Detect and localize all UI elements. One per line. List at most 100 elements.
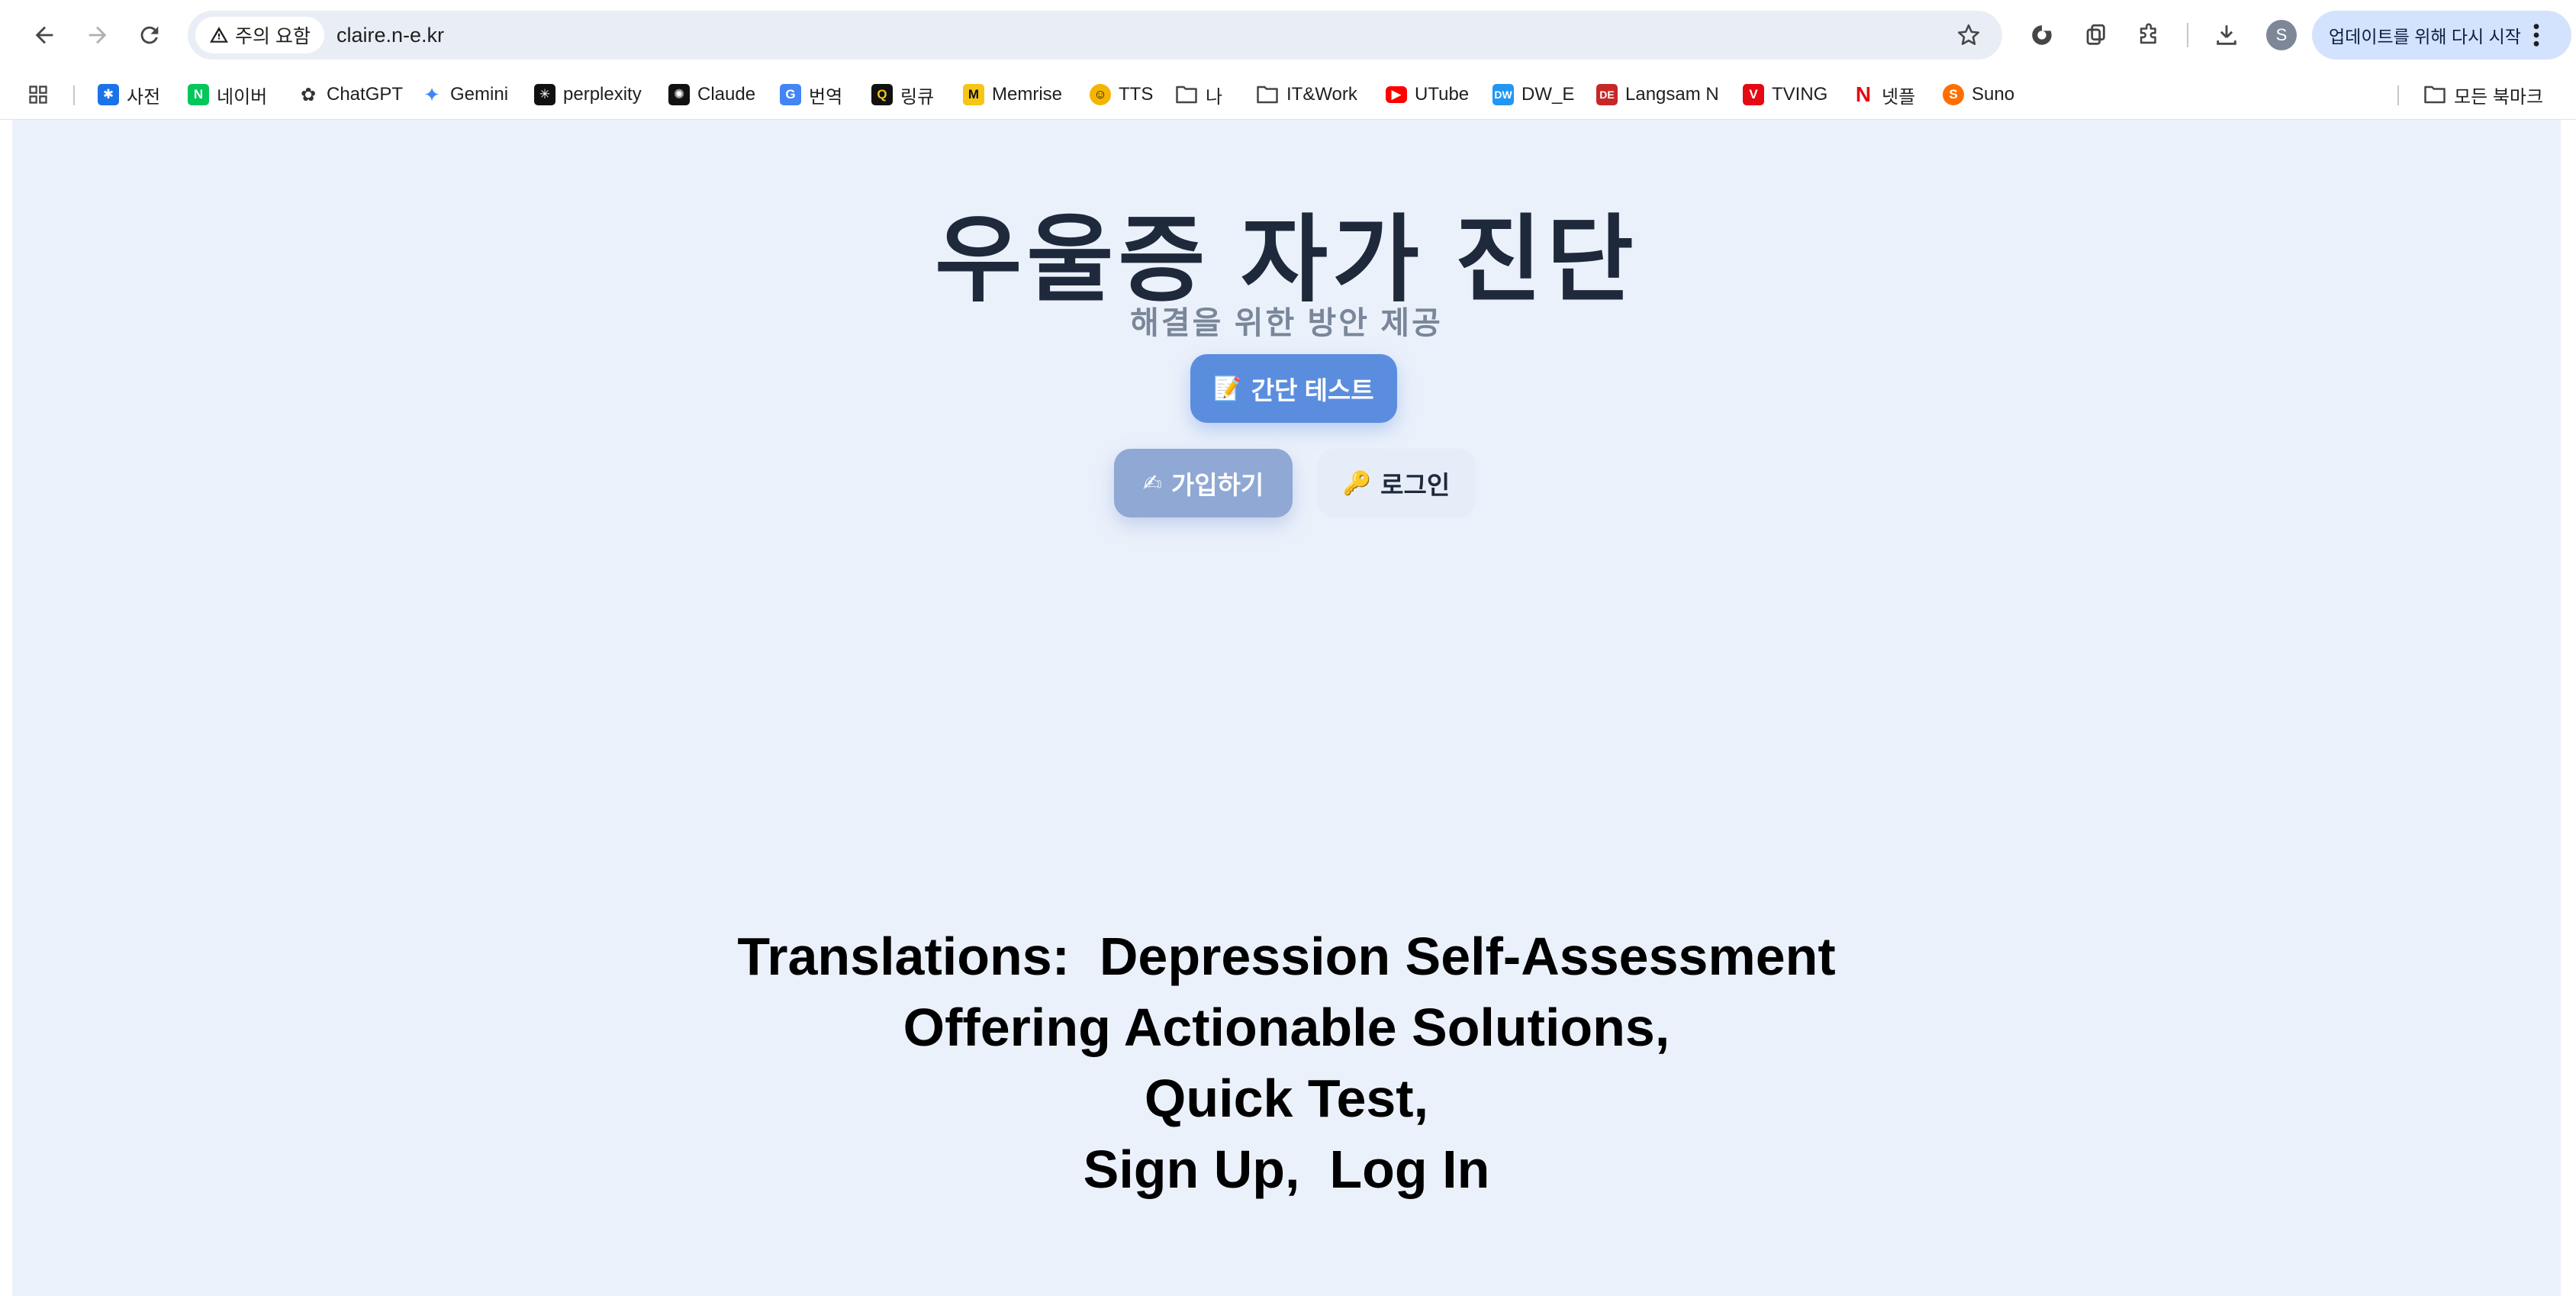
all-bookmarks-label: 모든 북마크: [2454, 86, 2544, 108]
memrise-icon: M: [963, 84, 984, 105]
bookmark-label: DW_E: [1521, 84, 1575, 105]
bookmark-star-button[interactable]: [1952, 18, 1985, 52]
arrow-right-icon: [89, 26, 107, 44]
folder-icon: [1176, 85, 1197, 104]
bookmark-memrise[interactable]: M Memrise: [963, 76, 1062, 113]
bookmark-translate[interactable]: G 번역: [780, 76, 842, 113]
extension-button[interactable]: [2024, 17, 2060, 53]
bookmark-label: UTube: [1415, 84, 1470, 105]
bookmark-chatgpt[interactable]: ✿ ChatGPT: [298, 76, 403, 113]
kebab-menu-icon: [2533, 24, 2539, 47]
bookmark-label: 번역: [809, 86, 843, 108]
login-button[interactable]: 🔑 로그인: [1317, 449, 1476, 517]
langsam-icon: DE: [1596, 84, 1618, 105]
apps-grid-icon: [29, 85, 47, 104]
bookmark-label: TVING: [1772, 84, 1828, 105]
all-bookmarks-button[interactable]: 모든 북마크: [2423, 76, 2543, 113]
netflix-icon: N: [1853, 82, 1874, 106]
linkq-icon: Q: [871, 84, 893, 105]
arrow-left-icon: [35, 26, 53, 44]
puzzle-icon: [2140, 23, 2156, 44]
translation-line: Translations: Depression Self-Assessment: [737, 927, 1836, 986]
update-label: 업데이트를 위해 다시 시작: [2329, 27, 2521, 47]
extensions-button[interactable]: [2130, 17, 2167, 53]
gemini-icon: ✦: [421, 83, 443, 106]
bookmark-langsam[interactable]: DE Langsam N: [1596, 76, 1719, 113]
downloads-button[interactable]: [2208, 17, 2245, 53]
bookmark-label: TTS: [1119, 84, 1154, 105]
bookmark-folder-itwork[interactable]: IT&Work: [1256, 76, 1357, 113]
translation-line: Sign Up, Log In: [1083, 1140, 1490, 1199]
login-label: 로그인: [1380, 471, 1451, 499]
perplexity-icon: ✳: [534, 84, 555, 105]
url-text[interactable]: claire.n-e.kr: [336, 24, 444, 47]
folder-icon: [2424, 85, 2446, 104]
chatgpt-icon: ✿: [298, 84, 319, 105]
bookmark-tts[interactable]: ☺ TTS: [1090, 76, 1153, 113]
tving-icon: V: [1743, 84, 1764, 105]
page-subtitle: 해결을 위한 방안 제공: [1130, 305, 1443, 340]
dictionary-icon: ✱: [98, 84, 119, 105]
bookmark-naver[interactable]: N 네이버: [188, 76, 267, 113]
bookmark-claude[interactable]: ✺ Claude: [668, 76, 755, 113]
bookmark-perplexity[interactable]: ✳ perplexity: [534, 76, 642, 113]
writing-hand-icon: ✍: [1142, 469, 1162, 497]
bookmark-label: Claude: [697, 84, 756, 105]
bookmarks-bar: ✱ 사전 N 네이버 ✿ ChatGPT ✦ Gemini ✳ perplexi…: [0, 70, 2576, 120]
forward-button[interactable]: [76, 14, 119, 56]
browser-toolbar: 주의 요함 claire.n-e.kr S 업데이트를 위해 다시 시작: [0, 0, 2576, 70]
update-restart-button[interactable]: 업데이트를 위해 다시 시작: [2312, 11, 2571, 60]
tab-search-button[interactable]: [2077, 17, 2114, 53]
bookmarks-divider: [73, 85, 75, 105]
suno-icon: S: [1943, 84, 1964, 105]
translation-text: Translations: Depression Self-Assessment…: [12, 921, 2561, 1205]
toolbar-divider: [2187, 23, 2188, 47]
bookmark-suno[interactable]: S Suno: [1943, 76, 2014, 113]
warning-icon: [210, 27, 228, 43]
bookmark-label: Gemini: [450, 84, 509, 105]
profile-avatar[interactable]: S: [2266, 20, 2297, 50]
bookmark-label: 네이버: [217, 86, 268, 108]
security-label: 주의 요함: [235, 26, 311, 47]
signup-label: 가입하기: [1170, 471, 1264, 499]
bookmark-label: Memrise: [992, 84, 1063, 105]
translate-icon: G: [780, 84, 801, 105]
quick-test-label: 간단 테스트: [1251, 376, 1374, 405]
bookmark-linkq[interactable]: Q 링큐: [871, 76, 934, 113]
tts-icon: ☺: [1090, 84, 1111, 105]
bookmark-tving[interactable]: V TVING: [1743, 76, 1827, 113]
bookmark-label: 넷플: [1882, 86, 1916, 108]
download-icon: [2217, 25, 2236, 45]
reload-button[interactable]: [128, 14, 171, 56]
translation-line: Quick Test,: [1144, 1069, 1429, 1128]
claude-icon: ✺: [668, 84, 690, 105]
copy-icon: [2086, 24, 2105, 45]
bookmark-label: perplexity: [563, 84, 642, 105]
security-indicator[interactable]: 주의 요함: [195, 17, 324, 53]
bookmark-folder-na[interactable]: 나: [1175, 76, 1222, 113]
bookmark-label: IT&Work: [1286, 84, 1357, 105]
bookmark-label: Langsam N: [1625, 84, 1719, 105]
memo-icon: 📝: [1213, 375, 1242, 402]
bookmark-gemini[interactable]: ✦ Gemini: [421, 76, 508, 113]
quick-test-button[interactable]: 📝 간단 테스트: [1190, 354, 1397, 423]
bookmark-label: 사전: [127, 86, 161, 108]
bookmark-dw[interactable]: DW DW_E: [1492, 76, 1574, 113]
bookmark-netflix[interactable]: N 넷플: [1853, 76, 1915, 113]
reload-icon: [140, 26, 159, 44]
back-button[interactable]: [23, 14, 66, 56]
translation-line: Offering Actionable Solutions,: [903, 998, 1670, 1057]
page-content: 우울증 자가 진단 해결을 위한 방안 제공 📝 간단 테스트 ✍ 가입하기 🔑…: [12, 120, 2561, 1296]
address-bar[interactable]: 주의 요함 claire.n-e.kr: [188, 11, 2002, 60]
key-icon: 🔑: [1342, 469, 1372, 497]
bookmark-dictionary[interactable]: ✱ 사전: [98, 76, 160, 113]
dw-icon: DW: [1492, 84, 1514, 105]
bookmark-label: 나: [1206, 86, 1223, 108]
star-icon: [1957, 24, 1980, 45]
apps-button[interactable]: [27, 76, 49, 113]
folder-icon: [1257, 85, 1278, 104]
signup-button[interactable]: ✍ 가입하기: [1114, 449, 1293, 517]
extension-logo-icon: [2032, 25, 2052, 45]
bookmarks-divider: [2397, 85, 2399, 105]
bookmark-utube[interactable]: ▶ UTube: [1386, 76, 1469, 113]
